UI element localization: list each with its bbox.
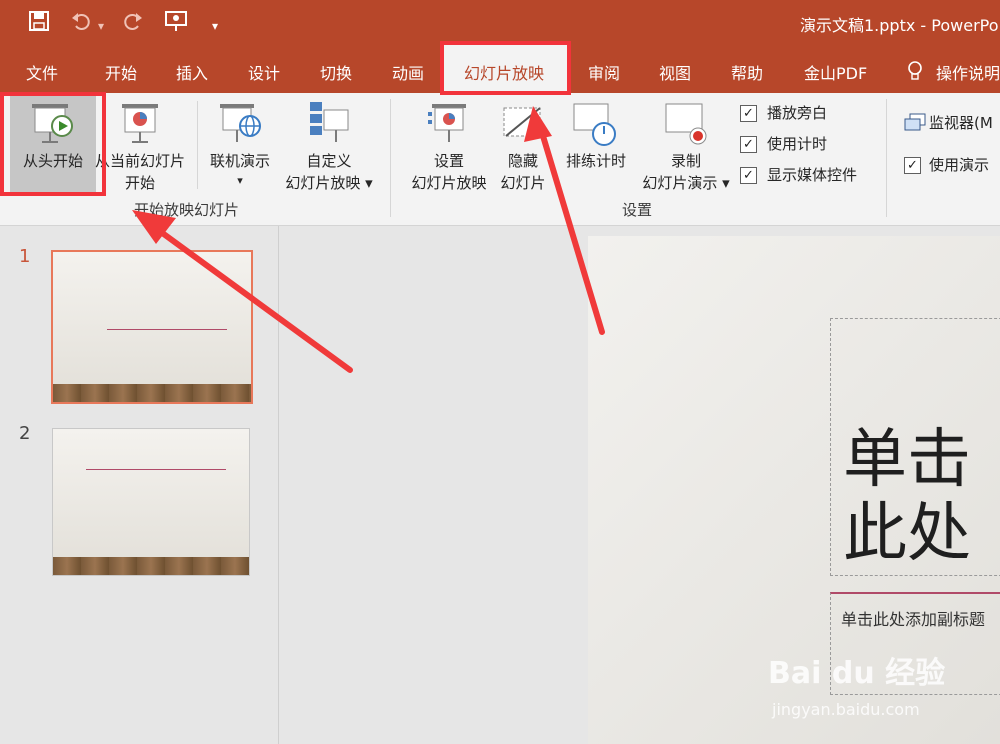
arrow-to-from-beginning (147, 221, 353, 373)
annotation-arrows (132, 106, 605, 373)
watermark-logo: Bai du 经验 (768, 656, 946, 691)
arrow-to-slide-show-tab (537, 123, 605, 335)
arrowhead (524, 106, 552, 142)
watermark-url: jingyan.baidu.com (772, 700, 920, 719)
